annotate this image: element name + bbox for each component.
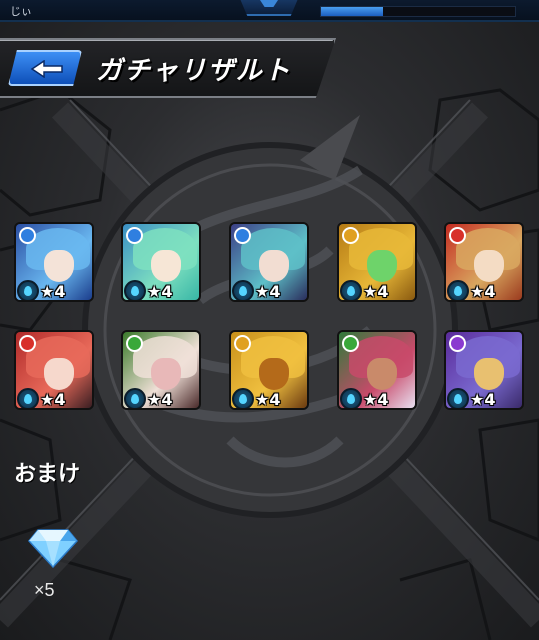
result-card[interactable]: ★4 [14, 330, 94, 410]
rarity-stars: ★4 [40, 282, 66, 301]
result-card[interactable]: ★4 [121, 330, 201, 410]
drop-icon [454, 286, 462, 296]
page-title: ガチャリザルト [96, 56, 292, 86]
drop-icon [347, 286, 355, 296]
result-card[interactable]: ★4 [229, 330, 309, 410]
drop-icon [239, 286, 247, 296]
rarity-stars: ★4 [363, 390, 389, 409]
rarity-stars: ★4 [255, 282, 281, 301]
rarity-stars: ★4 [363, 282, 389, 301]
drop-icon [24, 286, 32, 296]
rarity-stars: ★4 [40, 390, 66, 409]
character-face [474, 358, 504, 390]
rarity-stars: ★4 [147, 282, 173, 301]
wood-element-icon [126, 335, 143, 352]
back-button[interactable] [8, 50, 82, 86]
drop-icon [454, 394, 462, 404]
rarity-stars: ★4 [470, 282, 496, 301]
result-card[interactable]: ★4 [337, 330, 417, 410]
drop-icon [131, 394, 139, 404]
drop-icon [131, 286, 139, 296]
stamina-bar [320, 6, 516, 17]
character-face [44, 358, 74, 390]
character-face [259, 358, 289, 390]
character-face [474, 250, 504, 282]
back-arrow-icon [30, 60, 63, 78]
dark-element-icon [449, 335, 466, 352]
rarity-stars: ★4 [470, 390, 496, 409]
result-card[interactable]: ★4 [121, 222, 201, 302]
light-element-icon [342, 227, 359, 244]
bonus-count: ×5 [34, 580, 55, 600]
water-element-icon [234, 227, 251, 244]
bonus-label: おまけ [14, 462, 81, 487]
wood-element-icon [342, 335, 359, 352]
result-card[interactable]: ★4 [14, 222, 94, 302]
result-card[interactable]: ★4 [229, 222, 309, 302]
fire-element-icon [449, 227, 466, 244]
diamond-gem-icon [28, 529, 78, 568]
rarity-stars: ★4 [255, 390, 281, 409]
fire-element-icon [19, 335, 36, 352]
character-face [367, 250, 397, 282]
drop-icon [24, 394, 32, 404]
light-element-icon [234, 335, 251, 352]
result-card[interactable]: ★4 [444, 330, 524, 410]
water-element-icon [19, 227, 36, 244]
character-face [367, 358, 397, 390]
water-element-icon [126, 227, 143, 244]
player-name: じぃ [10, 5, 32, 18]
rarity-stars: ★4 [147, 390, 173, 409]
drop-icon [239, 394, 247, 404]
status-bar: じぃ [0, 0, 539, 22]
character-face [151, 250, 181, 282]
stamina-bar-fill [321, 7, 384, 16]
drop-icon [347, 394, 355, 404]
result-card[interactable]: ★4 [337, 222, 417, 302]
result-card[interactable]: ★4 [444, 222, 524, 302]
character-face [151, 358, 181, 390]
character-face [259, 250, 289, 282]
character-face [44, 250, 74, 282]
